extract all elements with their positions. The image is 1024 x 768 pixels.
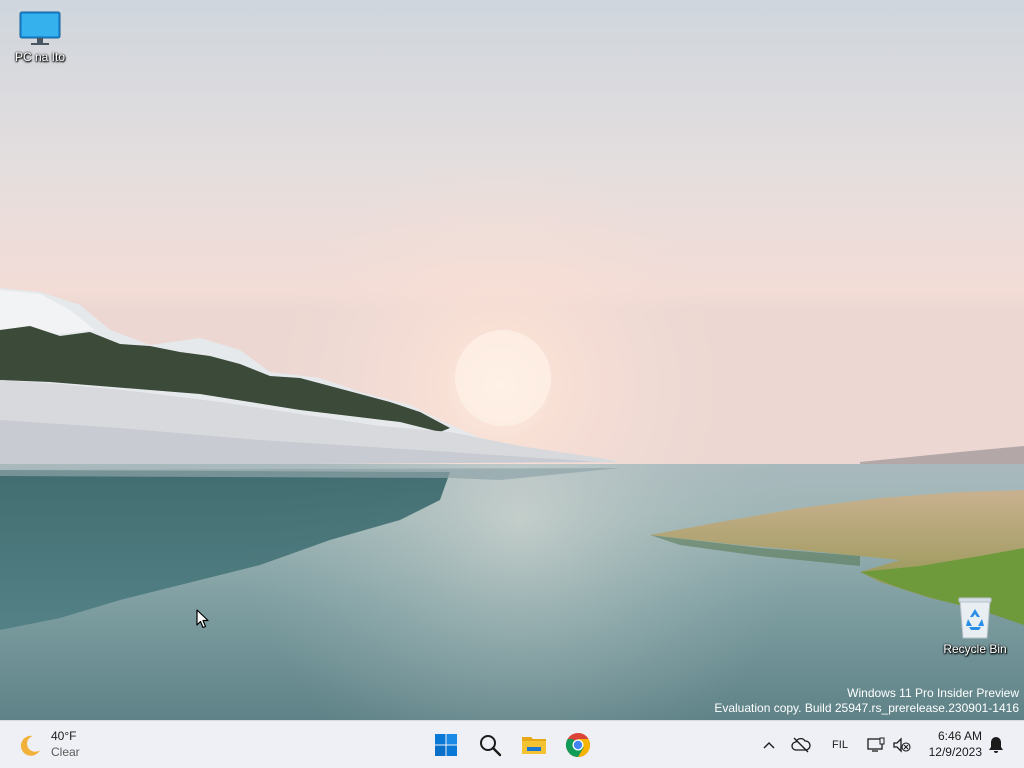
- desktop[interactable]: PC na Ito Recycle Bin Windows 11 Pro Ins…: [0, 0, 1024, 720]
- clock-date: 12/9/2023: [928, 745, 982, 759]
- start-button[interactable]: [426, 725, 466, 765]
- notifications-button[interactable]: [986, 733, 1006, 757]
- monitor-icon: [19, 11, 61, 45]
- bell-icon: [989, 737, 1003, 753]
- show-hidden-icons-button[interactable]: [760, 733, 778, 757]
- clock[interactable]: 6:46 AM 12/9/2023: [920, 728, 982, 760]
- windows-start-icon: [435, 734, 457, 756]
- chevron-up-icon: [763, 742, 775, 749]
- search-button[interactable]: [470, 725, 510, 765]
- volume-tray-button[interactable]: [892, 733, 912, 757]
- taskbar: 40°F Clear FIL 6:46 AM 12/9/2023: [0, 720, 1024, 768]
- evaluation-watermark-title: Windows 11 Pro Insider Preview: [847, 686, 1019, 700]
- input-language-button[interactable]: FIL: [826, 733, 854, 757]
- weather-temperature: 40°F: [51, 729, 77, 743]
- mouse-cursor-icon: [196, 609, 209, 629]
- network-tray-button[interactable]: [866, 733, 886, 757]
- weather-condition: Clear: [51, 745, 80, 759]
- desktop-icon-this-pc[interactable]: PC na Ito: [0, 8, 80, 78]
- cloud-offline-icon: [791, 737, 811, 753]
- wallpaper: [0, 0, 1024, 720]
- monitor-network-icon: [867, 737, 885, 752]
- file-explorer-button[interactable]: [514, 725, 554, 765]
- onedrive-tray-button[interactable]: [789, 733, 813, 757]
- desktop-icon-label: Recycle Bin: [943, 642, 1007, 656]
- weather-widget[interactable]: 40°F Clear: [14, 726, 104, 764]
- moon-icon: [20, 735, 40, 756]
- clock-time: 6:46 AM: [937, 729, 982, 743]
- desktop-icon-label: PC na Ito: [14, 50, 66, 64]
- search-icon: [480, 735, 502, 757]
- folder-icon: [522, 737, 546, 754]
- recycle-bin-icon: [958, 597, 992, 639]
- chrome-button[interactable]: [558, 725, 598, 765]
- evaluation-watermark-build: Evaluation copy. Build 25947.rs_prerelea…: [714, 701, 1019, 715]
- chrome-icon: [565, 733, 590, 757]
- desktop-icon-recycle-bin[interactable]: Recycle Bin: [935, 596, 1015, 666]
- speaker-muted-icon: [893, 737, 911, 753]
